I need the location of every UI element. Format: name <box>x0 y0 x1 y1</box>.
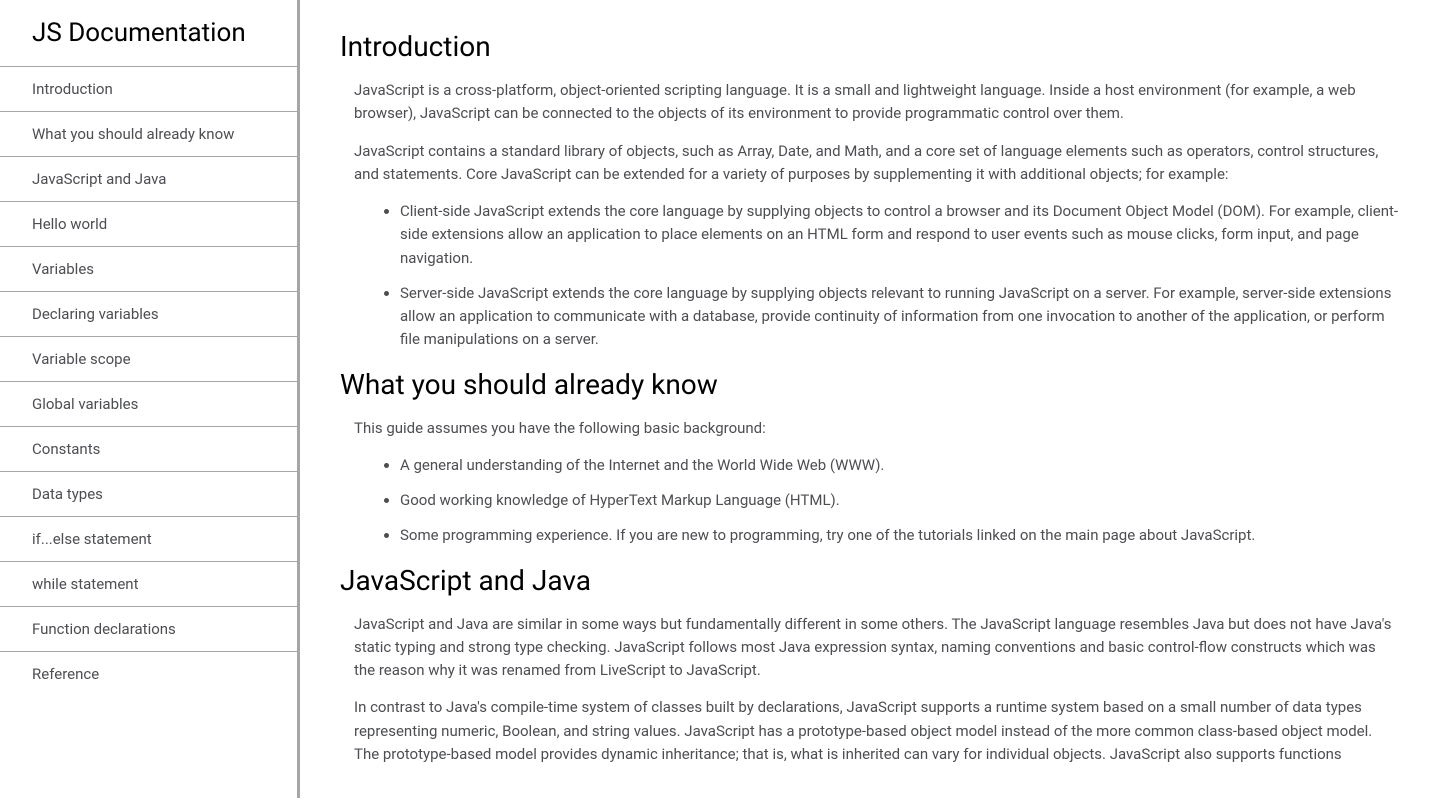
section-introduction: Introduction JavaScript is a cross-platf… <box>340 30 1400 352</box>
section-javascript-and-java: JavaScript and Java JavaScript and Java … <box>340 564 1400 767</box>
list-item: Server-side JavaScript extends the core … <box>400 282 1400 352</box>
paragraph: This guide assumes you have the followin… <box>354 417 1400 440</box>
section-body: JavaScript is a cross-platform, object-o… <box>354 79 1400 352</box>
list-item: Some programming experience. If you are … <box>400 524 1400 547</box>
main-content: Introduction JavaScript is a cross-platf… <box>300 0 1440 810</box>
section-heading: What you should already know <box>340 368 1400 401</box>
list-item: A general understanding of the Internet … <box>400 454 1400 477</box>
nav-link-hello-world[interactable]: Hello world <box>0 202 297 246</box>
nav-link-while-statement[interactable]: while statement <box>0 562 297 606</box>
sidebar-nav: JS Documentation Introduction What you s… <box>0 0 300 798</box>
list-item: Good working knowledge of HyperText Mark… <box>400 489 1400 512</box>
nav-link-variables[interactable]: Variables <box>0 247 297 291</box>
sidebar-title: JS Documentation <box>0 0 297 67</box>
section-what-you-should-know: What you should already know This guide … <box>340 368 1400 548</box>
nav-link-variable-scope[interactable]: Variable scope <box>0 337 297 381</box>
nav-link-constants[interactable]: Constants <box>0 427 297 471</box>
paragraph: JavaScript and Java are similar in some … <box>354 613 1400 683</box>
nav-link-reference[interactable]: Reference <box>0 652 297 696</box>
nav-link-global-variables[interactable]: Global variables <box>0 382 297 426</box>
nav-link-javascript-and-java[interactable]: JavaScript and Java <box>0 157 297 201</box>
section-body: JavaScript and Java are similar in some … <box>354 613 1400 767</box>
list-item: Client-side JavaScript extends the core … <box>400 200 1400 270</box>
section-body: This guide assumes you have the followin… <box>354 417 1400 548</box>
nav-link-function-declarations[interactable]: Function declarations <box>0 607 297 651</box>
bullet-list: Client-side JavaScript extends the core … <box>400 200 1400 352</box>
section-heading: JavaScript and Java <box>340 564 1400 597</box>
paragraph: JavaScript contains a standard library o… <box>354 140 1400 187</box>
nav-link-what-you-should-know[interactable]: What you should already know <box>0 112 297 156</box>
section-heading: Introduction <box>340 30 1400 63</box>
nav-link-introduction[interactable]: Introduction <box>0 67 297 111</box>
nav-link-data-types[interactable]: Data types <box>0 472 297 516</box>
sidebar-list: Introduction What you should already kno… <box>0 67 297 696</box>
paragraph: In contrast to Java's compile-time syste… <box>354 696 1400 766</box>
nav-link-if-else-statement[interactable]: if...else statement <box>0 517 297 561</box>
bullet-list: A general understanding of the Internet … <box>400 454 1400 548</box>
nav-link-declaring-variables[interactable]: Declaring variables <box>0 292 297 336</box>
paragraph: JavaScript is a cross-platform, object-o… <box>354 79 1400 126</box>
